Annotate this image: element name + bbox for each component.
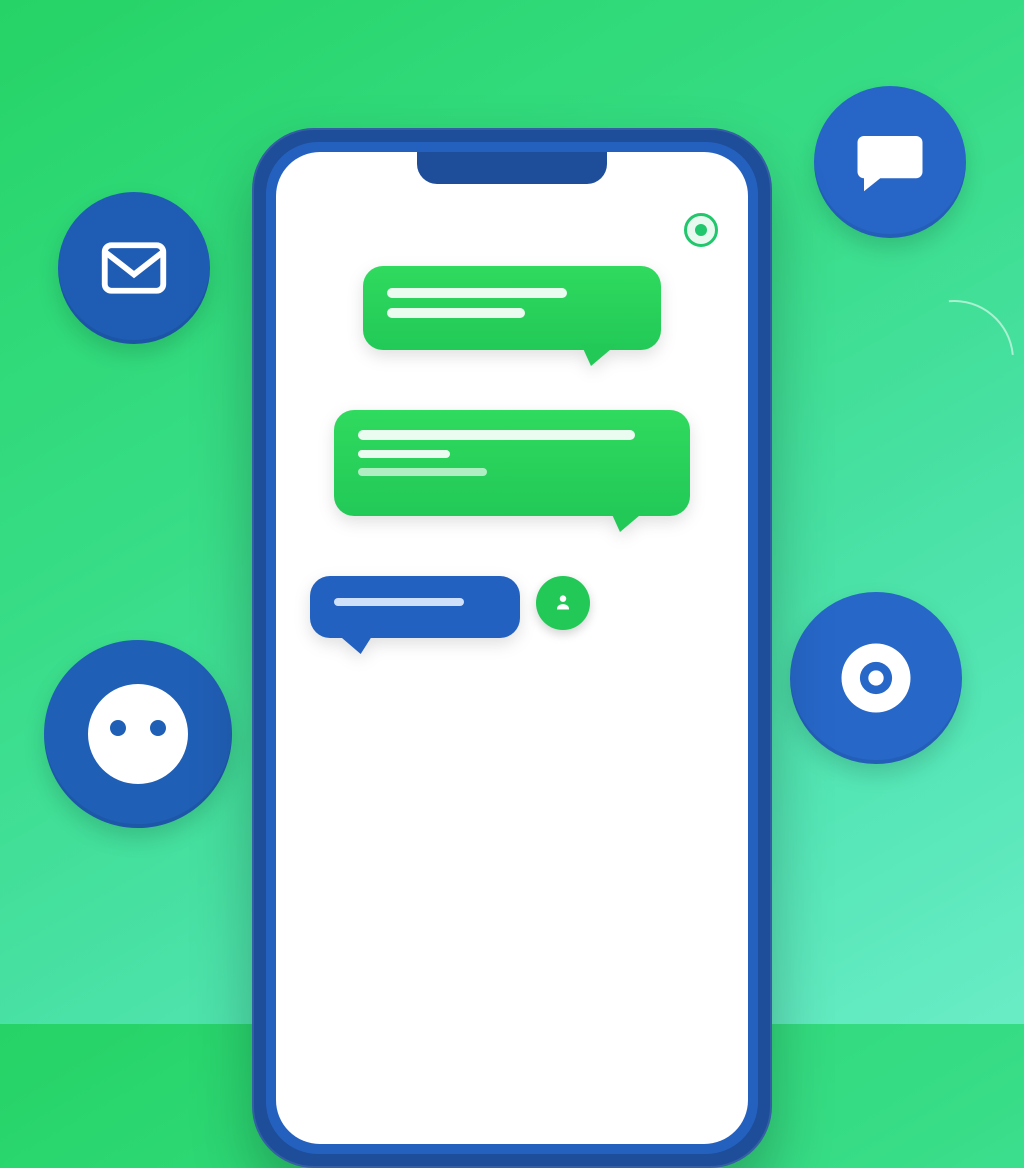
- message-text-line: [334, 598, 464, 606]
- message-bubble-outgoing[interactable]: [363, 266, 662, 350]
- message-text-line: [358, 430, 635, 440]
- smiley-face-icon: [44, 640, 232, 828]
- decorative-arc-small: [869, 275, 1024, 444]
- avatar-icon[interactable]: [684, 213, 718, 247]
- camera-icon: [790, 592, 962, 764]
- chat-bubble-icon: [814, 86, 966, 238]
- message-text-line: [387, 308, 525, 318]
- mail-icon: [58, 192, 210, 344]
- phone-bezel: [266, 142, 758, 1154]
- message-bubble-outgoing[interactable]: [334, 410, 690, 516]
- chat-thread: [276, 258, 748, 650]
- message-text-line: [387, 288, 568, 298]
- phone-notch: [417, 152, 607, 184]
- message-text-line: [358, 468, 487, 476]
- chat-header: [276, 202, 748, 258]
- send-button[interactable]: [536, 576, 590, 630]
- send-icon: [550, 590, 576, 616]
- phone-frame: [252, 128, 772, 1168]
- message-text-line: [358, 450, 450, 458]
- phone-screen: [276, 152, 748, 1144]
- message-bubble-incoming[interactable]: [310, 576, 520, 638]
